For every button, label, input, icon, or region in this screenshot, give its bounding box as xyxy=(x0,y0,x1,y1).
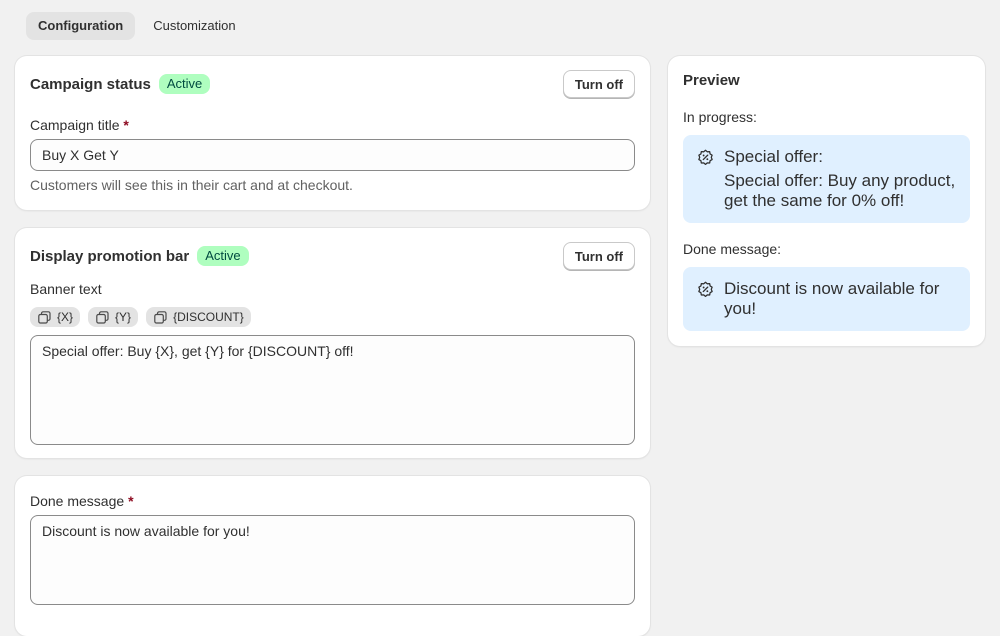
campaign-status-card: Campaign status Active Turn off Campaign… xyxy=(15,56,650,210)
tab-bar: Configuration Customization xyxy=(26,12,248,40)
discount-badge-icon xyxy=(698,149,713,166)
in-progress-label: In progress: xyxy=(683,109,757,125)
promotion-bar-title: Display promotion bar xyxy=(30,247,190,265)
campaign-title-help: Customers will see this in their cart an… xyxy=(30,177,353,193)
chip-label: {Y} xyxy=(115,310,132,324)
done-message-preview-text: Discount is now available for you! xyxy=(724,279,940,318)
done-message-preview: Discount is now available for you! xyxy=(683,267,970,331)
done-message-label-text: Done message xyxy=(30,493,125,509)
in-progress-text: Special offer: Buy any product, get the … xyxy=(724,171,956,210)
insert-y-chip[interactable]: {Y} xyxy=(88,307,139,327)
tab-customization[interactable]: Customization xyxy=(141,12,247,40)
done-message-label: Done message * xyxy=(30,493,134,509)
in-progress-preview: Special offer: Special offer: Buy any pr… xyxy=(683,135,970,223)
done-message-textarea[interactable]: Discount is now available for you! xyxy=(30,515,635,605)
status-badge: Active xyxy=(197,246,249,266)
preview-title: Preview xyxy=(683,72,740,89)
done-message-preview-label: Done message: xyxy=(683,241,782,257)
preview-card: Preview In progress: Special offer: Spec… xyxy=(668,56,985,346)
tab-configuration[interactable]: Configuration xyxy=(26,12,136,40)
done-message-card: Done message * Discount is now available… xyxy=(15,476,650,636)
in-progress-heading: Special offer: xyxy=(724,147,823,166)
promotion-bar-header: Display promotion bar Active Turn off xyxy=(30,242,635,270)
insert-discount-chip[interactable]: {DISCOUNT} xyxy=(146,307,251,327)
copy-icon xyxy=(38,310,51,324)
campaign-title-label-text: Campaign title xyxy=(30,117,120,133)
campaign-title-input[interactable]: Buy X Get Y xyxy=(30,139,635,171)
insert-x-chip[interactable]: {X} xyxy=(30,307,81,327)
campaign-title-label: Campaign title * xyxy=(30,117,129,133)
required-mark: * xyxy=(123,117,129,133)
copy-icon xyxy=(96,310,109,324)
variable-chips: {X} {Y} {DISCOUNT} xyxy=(30,307,251,327)
status-badge: Active xyxy=(158,74,211,94)
chip-label: {DISCOUNT} xyxy=(173,310,244,324)
banner-text-textarea[interactable]: Special offer: Buy {X}, get {Y} for {DIS… xyxy=(30,335,635,445)
required-mark: * xyxy=(128,493,134,509)
campaign-status-header: Campaign status Active Turn off xyxy=(30,70,635,98)
promotion-bar-card: Display promotion bar Active Turn off Ba… xyxy=(15,228,650,458)
copy-icon xyxy=(154,310,167,324)
turn-off-campaign-button[interactable]: Turn off xyxy=(562,70,635,98)
campaign-status-title: Campaign status xyxy=(30,75,151,93)
discount-badge-icon xyxy=(698,281,713,298)
banner-text-label: Banner text xyxy=(30,281,102,297)
chip-label: {X} xyxy=(57,310,74,324)
turn-off-promotion-bar-button[interactable]: Turn off xyxy=(562,242,635,270)
